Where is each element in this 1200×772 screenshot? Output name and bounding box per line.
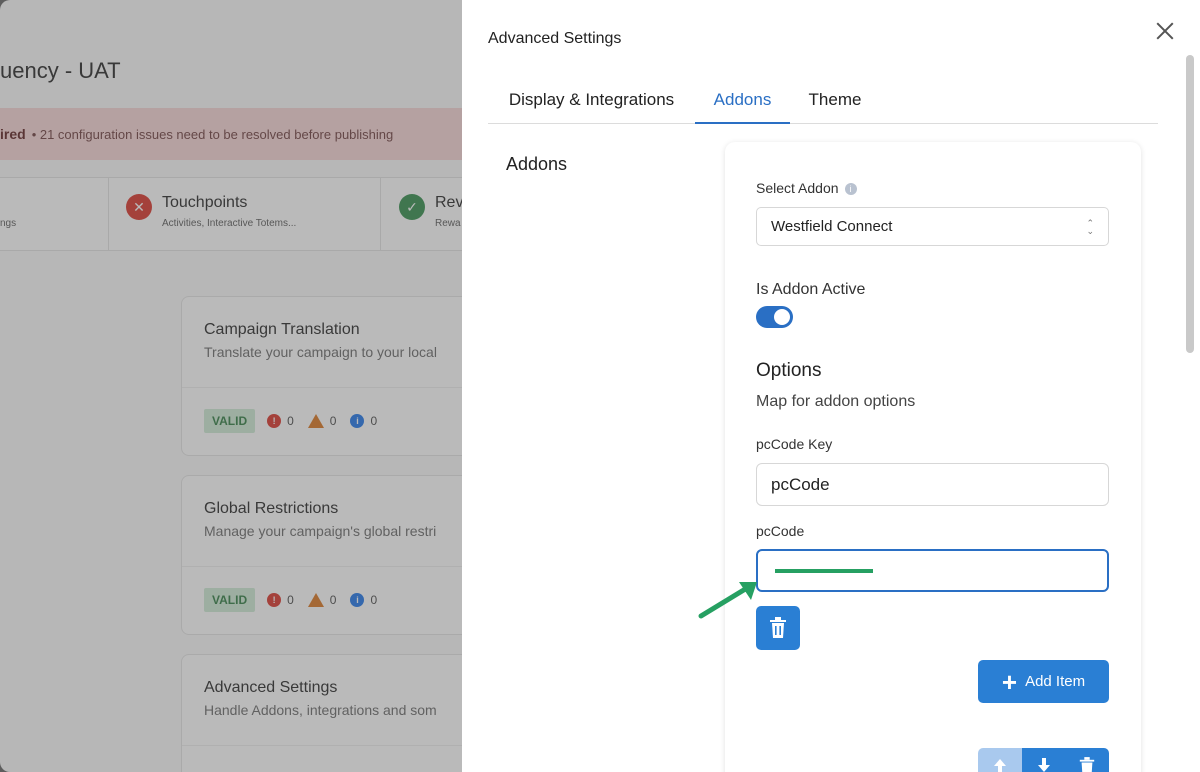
scrollbar[interactable] xyxy=(1186,55,1194,353)
arrow-up-icon xyxy=(993,759,1006,772)
trash-icon xyxy=(770,617,786,638)
addon-select[interactable]: Westfield Connect ⌃ ⌄ xyxy=(756,207,1109,246)
add-item-label: Add Item xyxy=(1025,673,1086,690)
chevron-updown-icon: ⌃ ⌄ xyxy=(1086,218,1094,236)
close-icon[interactable] xyxy=(1152,18,1178,44)
select-addon-label-text: Select Addon xyxy=(756,180,839,196)
section-title: Addons xyxy=(506,154,568,174)
addon-select-value: Westfield Connect xyxy=(771,218,893,235)
pccode-key-label: pcCode Key xyxy=(756,436,833,452)
modal-backdrop[interactable] xyxy=(0,0,462,772)
trash-icon xyxy=(1079,757,1095,772)
arrow-down-icon xyxy=(1037,758,1050,772)
annotation-highlight-line xyxy=(775,569,873,573)
move-down-button[interactable] xyxy=(1021,748,1066,772)
tab-display-integrations[interactable]: Display & Integrations xyxy=(488,80,695,124)
move-up-button[interactable] xyxy=(978,748,1022,772)
addon-form-panel: Select Addon i Westfield Connect ⌃ ⌄ Is Ad… xyxy=(725,142,1141,772)
pccode-key-input[interactable] xyxy=(756,463,1109,506)
item-actions-group xyxy=(978,748,1109,772)
select-addon-label: Select Addon i xyxy=(756,180,857,196)
tab-theme[interactable]: Theme xyxy=(790,80,880,124)
advanced-settings-drawer: Advanced Settings Display & Integrations… xyxy=(462,0,1200,772)
annotation-arrow-icon xyxy=(698,582,757,619)
tab-bar: Display & Integrations Addons Theme xyxy=(488,80,1158,124)
pccode-label: pcCode xyxy=(756,523,805,539)
add-item-button[interactable]: + Add Item xyxy=(978,660,1109,703)
plus-icon: + xyxy=(1001,666,1018,697)
options-title: Options xyxy=(756,360,822,381)
is-addon-active-label: Is Addon Active xyxy=(756,281,866,298)
tab-addons[interactable]: Addons xyxy=(695,80,790,124)
delete-group-button[interactable] xyxy=(1065,748,1109,772)
drawer-title: Advanced Settings xyxy=(488,30,622,47)
addon-active-toggle[interactable] xyxy=(756,306,793,328)
options-subtitle: Map for addon options xyxy=(756,393,916,410)
info-icon[interactable]: i xyxy=(844,183,857,195)
toggle-knob xyxy=(774,309,790,325)
